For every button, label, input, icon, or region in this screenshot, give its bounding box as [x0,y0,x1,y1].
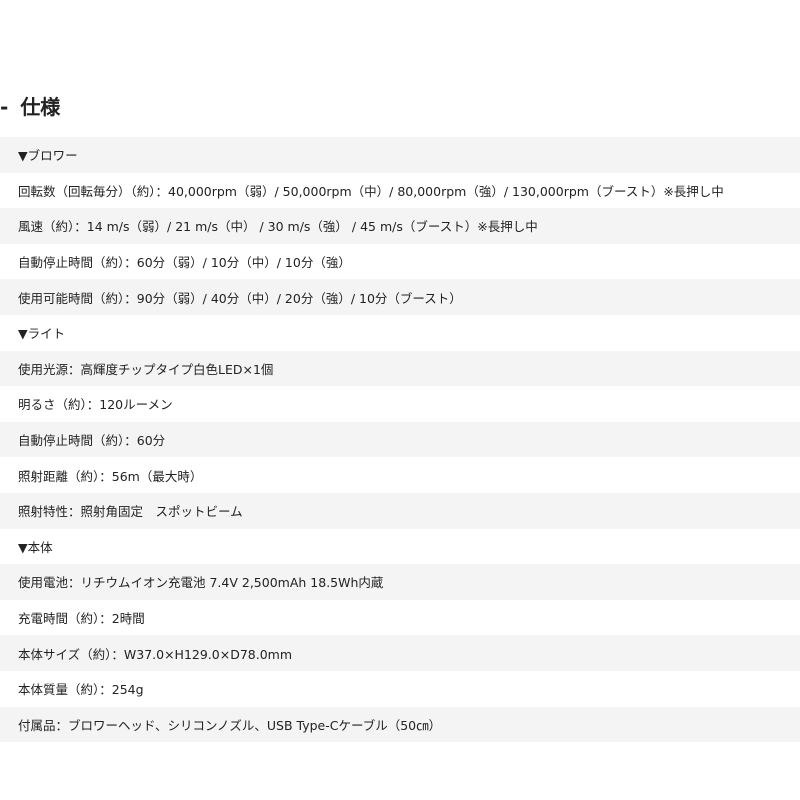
spec-group-light: ▼ライト [18,326,66,342]
section-heading: - 仕様 [0,92,60,122]
spec-row-charge-time: 充電時間（約）：2時間 [18,611,145,627]
spec-row-usage-time: 使用可能時間（約）：90分（弱）/ 40分（中）/ 20分（強）/ 10分（ブー… [0,279,800,315]
spec-row-wind-speed: 風速（約）：14 m/s（弱）/ 21 m/s（中） / 30 m/s（強） /… [0,208,800,244]
spec-row-accessories: 付属品：ブロワーヘッド、シリコンノズル、USB Type-Cケーブル（50㎝） [0,706,800,743]
spec-row-beam-type: 照射特性：照射角固定 スポットビーム [0,492,800,529]
spec-row-rpm: 回転数（回転毎分）（約）：40,000rpm（弱）/ 50,000rpm（中）/… [18,183,724,199]
page-title: 仕様 [20,95,61,119]
spec-list: ▼ブロワー 回転数（回転毎分）（約）：40,000rpm（弱）/ 50,000r… [0,137,800,743]
spec-group-blower: ▼ブロワー [0,137,800,173]
spec-row-weight: 本体質量（約）：254g [18,682,144,698]
spec-row-beam-distance: 照射距離（約）：56m（最大時） [18,468,203,484]
heading-dash-mark: - [0,95,9,119]
spec-row-battery: 使用電池：リチウムイオン充電池 7.4V 2,500mAh 18.5Wh内蔵 [0,564,800,600]
spec-row-auto-stop-blower: 自動停止時間（約）：60分（弱）/ 10分（中）/ 10分（強） [18,255,351,271]
spec-row-brightness: 明るさ（約）：120ルーメン [18,397,173,413]
spec-row-auto-stop-light: 自動停止時間（約）：60分 [0,421,800,458]
spec-row-light-source: 使用光源：高輝度チップタイプ白色LED×1個 [0,350,800,387]
spec-row-dimensions: 本体サイズ（約）：W37.0×H129.0×D78.0mm [0,635,800,671]
spec-group-body: ▼本体 [18,539,53,555]
